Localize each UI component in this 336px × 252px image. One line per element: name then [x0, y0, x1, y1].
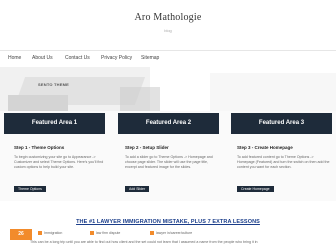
nav-item-about-us[interactable]: About Us: [32, 55, 53, 61]
hero-banner: [0, 67, 336, 111]
featured-area-1-step: Step 1 - Theme Options: [14, 145, 65, 150]
featured-area-3-banner: Featured Area 3: [231, 113, 332, 134]
tag-icon: [150, 231, 154, 236]
post-meta-tag-1-label: law firm dispute: [96, 231, 121, 235]
hero-shape: [8, 95, 68, 111]
create-homepage-button[interactable]: Create Homepage: [237, 186, 274, 192]
hero-shape: [120, 87, 160, 111]
featured-area-3-text: To add featured content go to Theme Opti…: [237, 155, 330, 170]
featured-area-2-step: Step 2 - Setup Slider: [125, 145, 169, 150]
featured-area-2-banner: Featured Area 2: [118, 113, 219, 134]
featured-area-2-text: To add a slider go to Theme Options -> H…: [125, 155, 213, 170]
post-title[interactable]: THE #1 LAWYER IMMIGRATION MISTAKE, PLUS …: [0, 219, 336, 225]
post-meta-tag-2-label: lawyer in/career/culture: [156, 231, 193, 235]
post-excerpt: This can be a long trip until you are ab…: [30, 240, 258, 244]
featured-area-3-step: Step 3 - Create Homepage: [237, 145, 293, 150]
add-slider-button[interactable]: Add Slider: [125, 186, 150, 192]
tag-icon: [90, 231, 94, 236]
nav-item-privacy-policy[interactable]: Privacy Policy: [101, 55, 132, 61]
site-header: Aro Mathologie blog: [0, 0, 336, 50]
main-nav: Home About Us Contact Us Privacy Policy …: [0, 50, 336, 68]
theme-options-button[interactable]: Theme Options: [14, 186, 46, 192]
hero-caption: SENTO THEME: [38, 82, 70, 87]
post-meta-tag-1[interactable]: law firm dispute: [90, 231, 121, 236]
site-tagline: blog: [164, 28, 172, 33]
post-meta-category[interactable]: Immigration: [38, 231, 63, 236]
nav-item-contact-us[interactable]: Contact Us: [65, 55, 90, 61]
hero-shape: [210, 73, 336, 111]
post-meta: Immigration law firm dispute lawyer in/c…: [0, 229, 336, 239]
nav-item-sitemap[interactable]: Sitemap: [141, 55, 159, 61]
post-meta-tag-2[interactable]: lawyer in/career/culture: [150, 231, 193, 236]
nav-item-home[interactable]: Home: [8, 55, 21, 61]
site-title[interactable]: Aro Mathologie: [0, 12, 336, 23]
featured-area-1-banner: Featured Area 1: [4, 113, 105, 134]
featured-area-1-text: To begin customizing your site go to App…: [14, 155, 104, 170]
post-meta-category-label: Immigration: [44, 231, 63, 235]
folder-icon: [38, 231, 42, 236]
